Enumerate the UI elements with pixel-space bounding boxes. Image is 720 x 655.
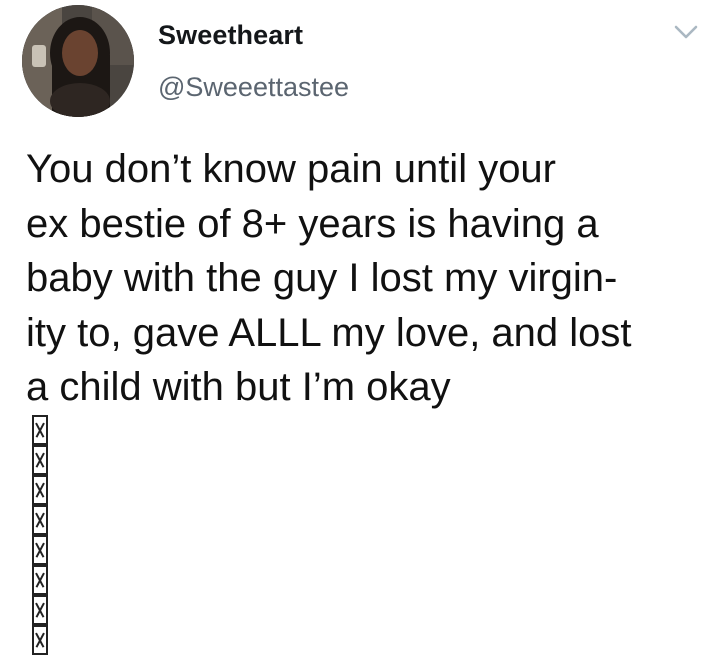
tweet-line: ex bestie of 8+ years is having a <box>26 201 599 246</box>
missing-emoji-icon <box>32 504 48 535</box>
tweet-line-last: a child with but I’m okay <box>26 360 706 655</box>
display-name[interactable]: Sweetheart <box>158 20 303 51</box>
tweet-text: You don’t know pain until your ex bestie… <box>26 142 706 655</box>
missing-emoji-icon <box>32 624 48 655</box>
tweet-line-text: a child with but I’m okay <box>26 365 451 409</box>
missing-emoji-icon <box>32 474 48 505</box>
tweet-line: You don’t know pain until your <box>26 147 556 191</box>
avatar-photo-icon <box>22 5 134 117</box>
chevron-down-icon[interactable] <box>672 22 700 42</box>
tweet-line: ity to, gave ALLL my love, and lost <box>26 310 632 355</box>
missing-emoji-icon <box>32 444 48 475</box>
missing-emoji-icon <box>32 564 48 595</box>
emoji-run <box>32 414 706 655</box>
tweet-line: baby with the guy I lost my virgin- <box>26 256 618 300</box>
missing-emoji-icon <box>32 594 48 625</box>
tweet-card: Sweetheart @Sweeettastee You don’t know … <box>0 0 720 655</box>
missing-emoji-icon <box>32 534 48 565</box>
missing-emoji-icon <box>32 414 48 445</box>
user-handle[interactable]: @Sweeettastee <box>158 72 349 103</box>
avatar[interactable] <box>22 5 134 117</box>
